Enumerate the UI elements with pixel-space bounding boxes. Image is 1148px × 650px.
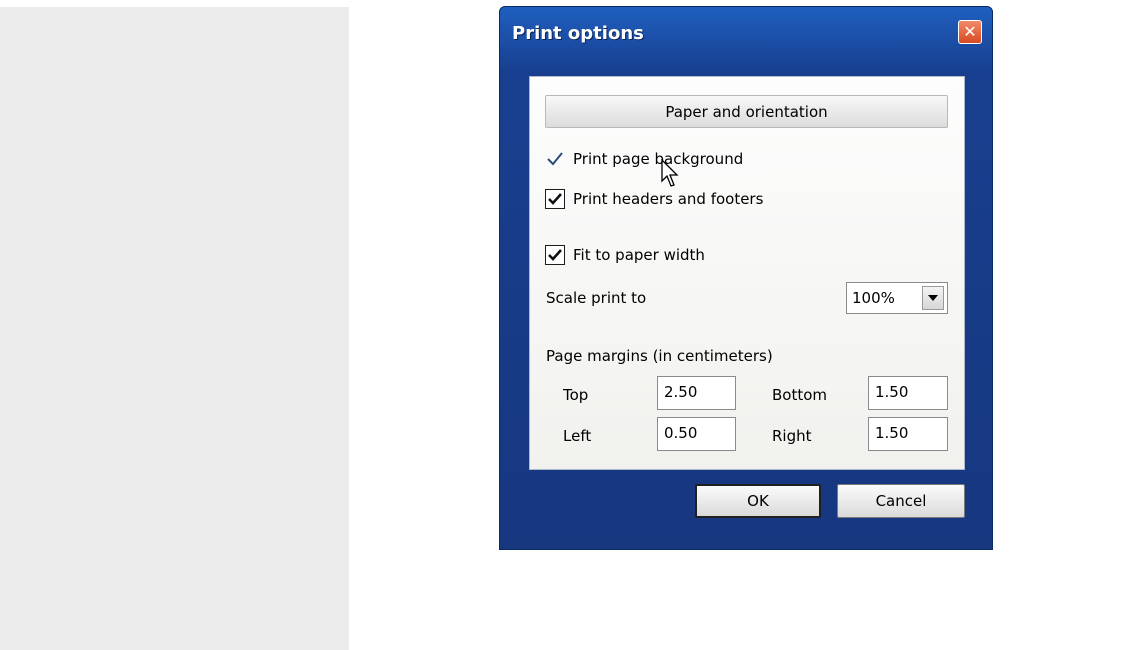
mouse-cursor-icon [661, 159, 679, 187]
print-background-checkbox[interactable] [545, 149, 565, 169]
top-margin-input[interactable]: 2.50 [657, 376, 736, 410]
fit-width-checkbox[interactable] [545, 245, 565, 265]
dialog-titlebar[interactable]: Print options ✕ [500, 7, 992, 57]
top-margin-label: Top [563, 386, 589, 404]
checkmark-icon [548, 193, 562, 205]
cancel-label: Cancel [875, 492, 927, 510]
cancel-button[interactable]: Cancel [837, 484, 965, 518]
scale-select[interactable]: 100% [846, 282, 948, 314]
fit-width-option[interactable]: Fit to paper width [545, 243, 705, 267]
ok-button[interactable]: OK [695, 484, 821, 518]
scale-value: 100% [852, 289, 895, 307]
print-headers-option[interactable]: Print headers and footers [545, 187, 763, 211]
options-panel: Paper and orientation Print page backgro… [529, 76, 965, 470]
print-headers-label: Print headers and footers [573, 190, 764, 208]
margins-heading: Page margins (in centimeters) [546, 347, 773, 365]
dialog-title: Print options [512, 23, 644, 44]
print-headers-checkbox[interactable] [545, 189, 565, 209]
scale-label: Scale print to [546, 289, 647, 307]
left-blank-panel [0, 7, 349, 650]
right-margin-input[interactable]: 1.50 [868, 417, 948, 451]
print-background-option[interactable]: Print page background [545, 147, 743, 171]
paper-and-orientation-label: Paper and orientation [665, 102, 828, 121]
checkmark-icon [548, 249, 562, 261]
close-button[interactable]: ✕ [958, 20, 982, 44]
left-margin-input[interactable]: 0.50 [657, 417, 736, 451]
bottom-margin-input[interactable]: 1.50 [868, 376, 948, 410]
checkmark-icon [547, 152, 563, 166]
paper-and-orientation-button[interactable]: Paper and orientation [545, 95, 948, 128]
bottom-margin-label: Bottom [772, 386, 828, 404]
left-margin-label: Left [563, 427, 592, 445]
dropdown-button[interactable] [922, 286, 944, 310]
dropdown-arrow-icon [928, 295, 938, 301]
ok-label: OK [747, 492, 769, 510]
close-icon: ✕ [963, 22, 977, 41]
fit-width-label: Fit to paper width [573, 246, 705, 264]
print-background-label: Print page background [573, 150, 744, 168]
right-margin-label: Right [772, 427, 812, 445]
print-options-dialog: Print options ✕ Paper and orientation Pr… [499, 6, 993, 550]
